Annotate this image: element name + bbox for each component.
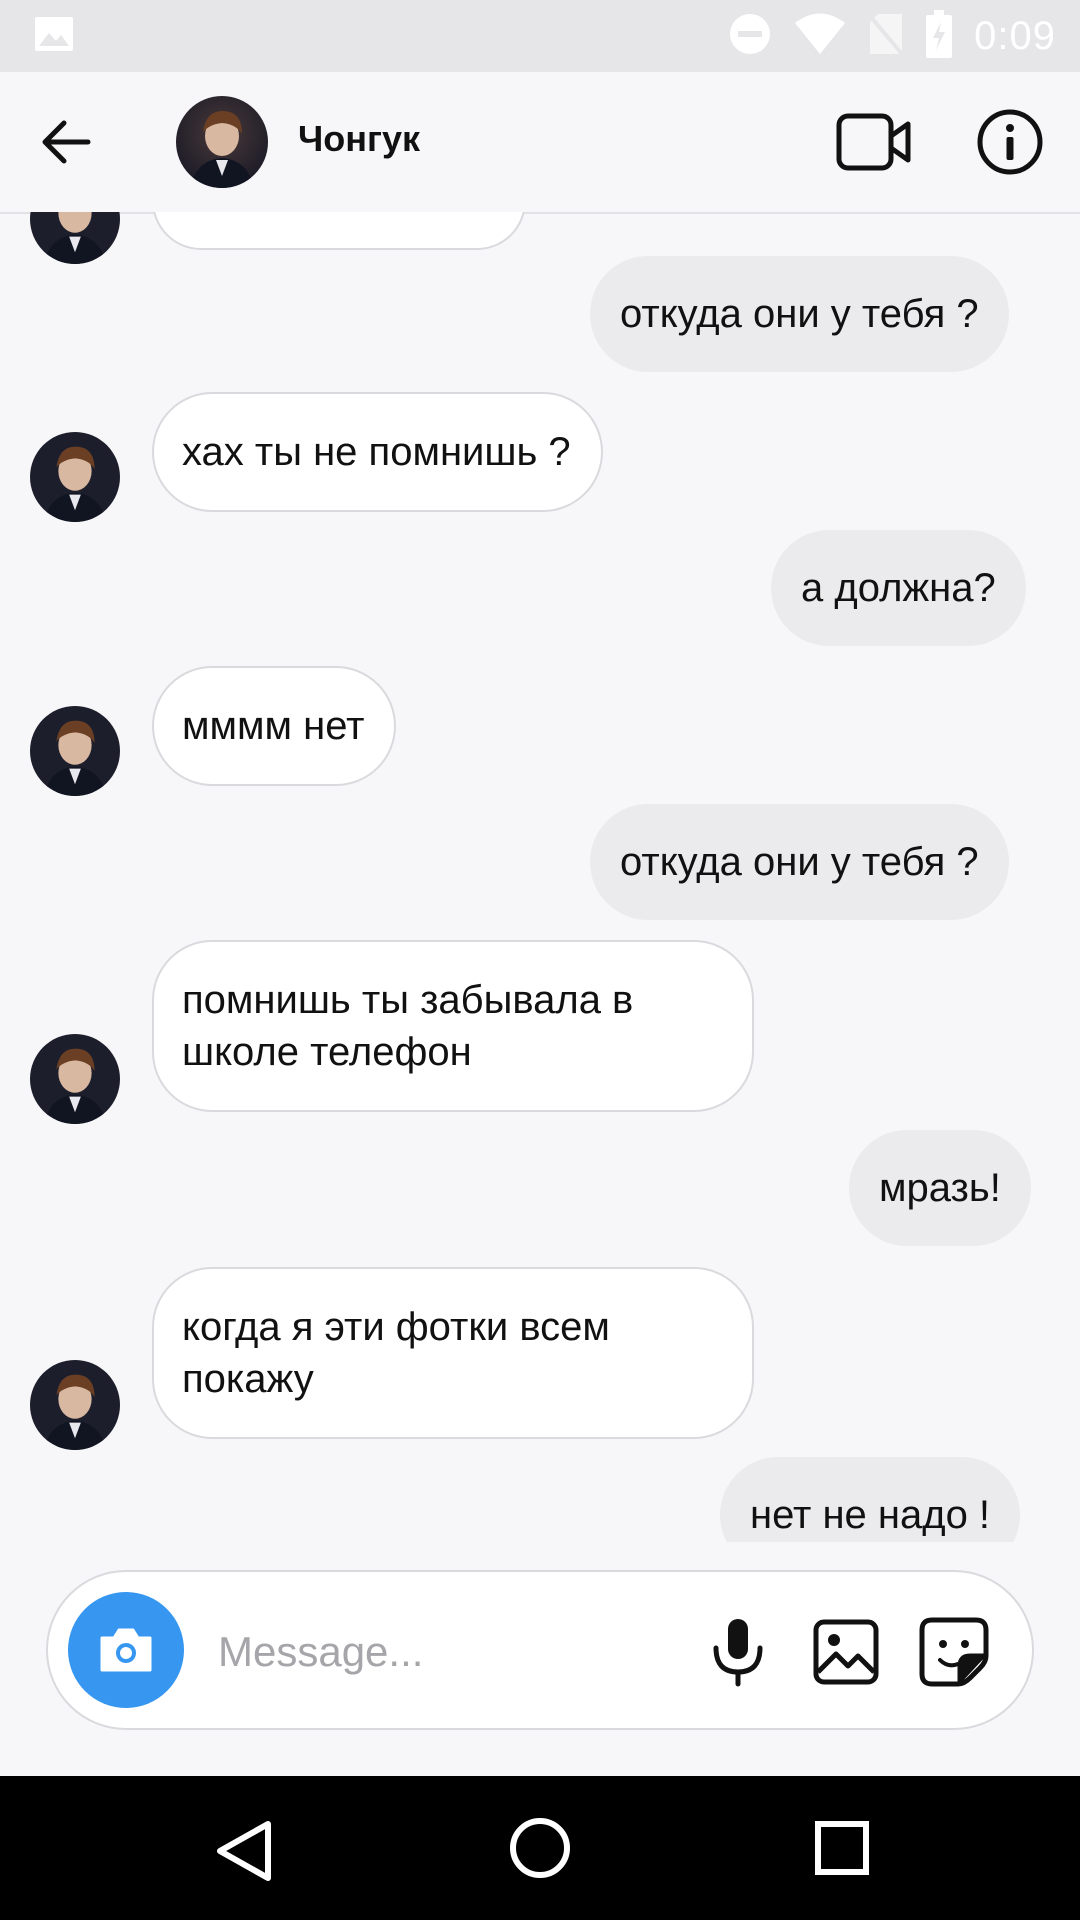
video-call-button[interactable]	[836, 110, 912, 174]
camera-icon	[100, 1628, 152, 1672]
sender-avatar	[30, 212, 120, 264]
sticker-icon	[919, 1617, 989, 1687]
nav-back-button[interactable]	[210, 1818, 280, 1884]
nav-home-button[interactable]	[508, 1816, 572, 1880]
contact-name[interactable]: Чонгук	[298, 118, 420, 160]
no-sim-icon	[868, 12, 904, 61]
gallery-button[interactable]	[812, 1618, 880, 1686]
message-bubble-outgoing[interactable]: а должна?	[771, 530, 1026, 646]
message-input[interactable]	[216, 1616, 740, 1688]
info-icon	[977, 109, 1043, 175]
sender-avatar	[30, 432, 120, 522]
message-bubble-incoming[interactable]: мммм нет	[152, 666, 397, 786]
message-bubble-incoming[interactable]: помнишь ты забывала в школе телефон	[152, 940, 754, 1112]
message-bubble-outgoing[interactable]: откуда они у тебя ?	[590, 256, 1009, 372]
message-composer	[46, 1570, 1034, 1730]
system-nav-bar	[0, 1776, 1080, 1920]
sticker-button[interactable]	[918, 1616, 990, 1688]
message-bubble-outgoing[interactable]: мразь!	[849, 1130, 1031, 1246]
status-bar: 0:09	[0, 0, 1080, 72]
gallery-icon	[813, 1619, 879, 1685]
message-bubble-outgoing[interactable]: откуда они у тебя ?	[590, 804, 1009, 920]
nav-recents-button[interactable]	[814, 1820, 870, 1876]
camera-button[interactable]	[68, 1592, 184, 1708]
image-icon	[34, 16, 74, 57]
voice-message-button[interactable]	[708, 1616, 768, 1688]
nav-recents-icon	[815, 1821, 869, 1875]
battery-charging-icon	[926, 9, 953, 63]
wifi-icon	[794, 12, 846, 61]
contact-avatar[interactable]	[176, 96, 268, 188]
message-thread[interactable]: откуда они у тебя ? хах ты не помнишь ? …	[0, 212, 1080, 1542]
arrow-left-icon	[42, 120, 91, 164]
message-bubble-incoming[interactable]: когда я эти фотки всем покажу	[152, 1267, 754, 1439]
back-button[interactable]	[36, 112, 96, 172]
do-not-disturb-icon	[728, 12, 772, 61]
chat-header: Чонгук	[0, 72, 1080, 214]
video-camera-icon	[836, 113, 911, 171]
microphone-icon	[713, 1619, 763, 1687]
nav-back-icon	[217, 1821, 271, 1881]
nav-home-icon	[510, 1818, 570, 1878]
status-icons: 0:09	[728, 9, 1056, 63]
message-bubble-incoming[interactable]	[152, 212, 526, 250]
sender-avatar	[30, 706, 120, 796]
info-button[interactable]	[976, 108, 1044, 176]
status-time: 0:09	[974, 13, 1056, 58]
sender-avatar	[30, 1360, 120, 1450]
message-bubble-incoming[interactable]: хах ты не помнишь ?	[152, 392, 603, 512]
sender-avatar	[30, 1034, 120, 1124]
message-bubble-outgoing[interactable]: нет не надо !	[720, 1457, 1021, 1542]
